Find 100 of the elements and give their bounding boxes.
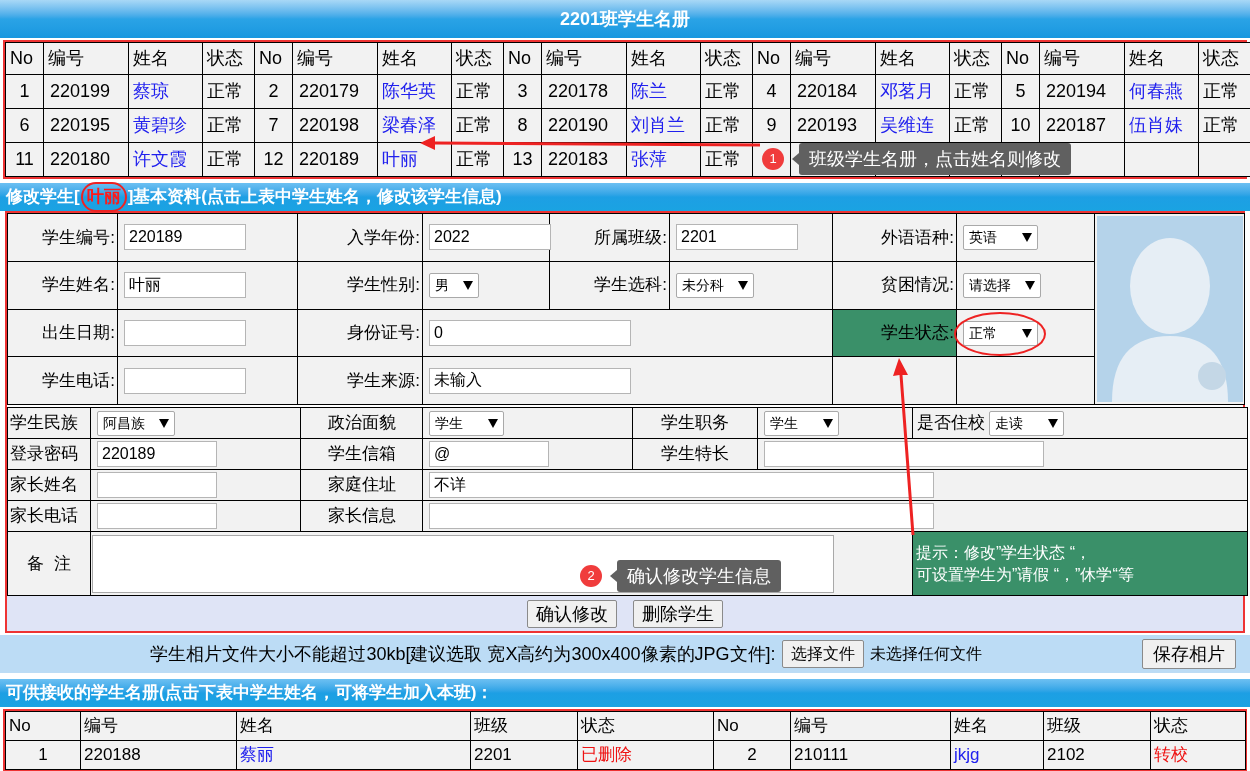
annotation-tooltip: 确认修改学生信息 (617, 560, 781, 592)
table-cell: 正常 (949, 74, 1002, 109)
select-field[interactable]: 未分科 (676, 273, 754, 299)
column-header: 姓名 (236, 711, 471, 741)
table-cell: 5 (1001, 74, 1040, 109)
field-label: 家庭住址 (300, 469, 423, 501)
table-cell: 转校 (1150, 740, 1246, 770)
column-header: 姓名 (1124, 42, 1199, 75)
caret-icon (823, 419, 833, 428)
column-header: 姓名 (950, 711, 1044, 741)
select-field[interactable]: 阿昌族 (97, 411, 175, 436)
column-header: No (1001, 42, 1040, 75)
field-label: 身份证号: (297, 309, 423, 357)
column-header: 编号 (292, 42, 378, 75)
table-cell: 12 (254, 142, 293, 177)
photo-note: 学生相片文件大小不能超过30kb[建议选取 宽X高约为300x400像素的JPG文件]: (150, 642, 776, 666)
column-header: 姓名 (377, 42, 452, 75)
table-cell: 2 (254, 74, 293, 109)
field-label: 学生职务 (632, 407, 758, 439)
table-cell: 220198 (292, 108, 378, 143)
input-field[interactable]: 不详 (429, 472, 934, 499)
student-name-link[interactable]: jkjg (954, 745, 980, 765)
file-status: 未选择任何文件 (869, 644, 982, 664)
input-field[interactable] (124, 367, 246, 394)
field-label: 所属班级: (549, 213, 670, 262)
table-cell: 220188 (80, 740, 237, 770)
column-header: No (5, 42, 44, 75)
input-field[interactable] (124, 319, 246, 346)
hint-text: 提示：修改”学生状态 “， 可设置学生为”请假 “，”休学“等 (912, 531, 1248, 596)
caret-icon (159, 419, 169, 428)
field-label: 学生选科: (549, 261, 670, 309)
column-header: 状态 (1150, 711, 1246, 741)
input-field[interactable]: 未输入 (429, 367, 631, 394)
table-cell: 正常 (451, 74, 504, 109)
input-field[interactable]: 220189 (97, 441, 217, 467)
input-field[interactable] (97, 472, 217, 498)
select-field[interactable]: 英语 (963, 225, 1038, 251)
caret-icon (1022, 233, 1032, 243)
select-field[interactable]: 男 (429, 273, 479, 299)
field-label: 外语语种: (832, 213, 957, 262)
column-header: 编号 (1039, 42, 1125, 75)
choose-file-button[interactable]: 选择文件 (781, 640, 864, 668)
table-cell: 正常 (202, 142, 255, 177)
table-cell: 11 (5, 142, 44, 177)
field-label: 学生信箱 (300, 438, 423, 470)
save-photo-button[interactable]: 保存相片 (1142, 639, 1236, 669)
table-cell: 220195 (43, 108, 129, 143)
column-header: 状态 (700, 42, 753, 75)
field-label: 学生特长 (632, 438, 758, 470)
field-label: 家长信息 (300, 500, 423, 532)
form-button[interactable]: 确认修改 (527, 599, 617, 628)
remark-textarea[interactable] (92, 534, 834, 593)
annotation-tooltip: 班级学生名册，点击姓名则修改 (799, 143, 1071, 175)
field-label: 政治面貌 (300, 407, 423, 439)
table-cell: 220187 (1039, 108, 1125, 143)
column-header: 编号 (80, 711, 237, 741)
select-field[interactable]: 走读 (989, 410, 1064, 436)
field-label: 登录密码 (7, 438, 91, 470)
caret-icon (463, 281, 473, 291)
column-header: No (752, 42, 791, 75)
input-field[interactable]: 0 (429, 319, 631, 346)
table-cell: 220194 (1039, 74, 1125, 109)
student-name-link[interactable]: 蔡丽 (240, 745, 274, 765)
select-field[interactable]: 学生 (764, 411, 839, 436)
column-header: 状态 (577, 711, 714, 741)
column-header: 编号 (790, 42, 876, 75)
select-field[interactable]: 学生 (429, 411, 504, 436)
table-cell: 210111 (790, 740, 951, 770)
column-header: No (713, 711, 791, 741)
field-label: 学生民族 (7, 407, 91, 439)
column-header: 编号 (43, 42, 129, 75)
field-label: 入学年份: (297, 213, 423, 262)
table-cell: 正常 (202, 74, 255, 109)
input-field[interactable]: @ (429, 441, 549, 467)
field-label: 是否住校 (917, 412, 985, 435)
title-bar: 2201班学生名册 (0, 0, 1250, 38)
select-field[interactable]: 请选择 (963, 273, 1041, 299)
form-button[interactable]: 删除学生 (633, 599, 723, 628)
input-field[interactable] (97, 503, 217, 529)
caret-icon (1048, 418, 1058, 428)
table-cell: 220179 (292, 74, 378, 109)
table-cell: 1 (5, 74, 44, 109)
input-field[interactable] (429, 503, 934, 529)
input-field[interactable]: 2201 (676, 224, 798, 251)
table-cell: 正常 (700, 74, 753, 109)
caret-icon (1025, 281, 1035, 291)
column-header: No (5, 711, 81, 741)
caret-icon (1022, 328, 1032, 338)
table-cell: 2201 (470, 740, 578, 770)
select-field[interactable]: 正常 (963, 320, 1038, 346)
input-field[interactable] (764, 441, 1044, 467)
field-label: 学生姓名: (7, 261, 118, 309)
table-cell: 2102 (1043, 740, 1151, 770)
table-cell: 220193 (790, 108, 876, 143)
input-field[interactable]: 2022 (429, 224, 551, 251)
table-cell: 220199 (43, 74, 129, 109)
input-field[interactable]: 220189 (124, 224, 246, 251)
column-header: 班级 (1043, 711, 1151, 741)
input-field[interactable]: 叶丽 (124, 272, 246, 299)
table-cell: 220178 (541, 74, 627, 109)
